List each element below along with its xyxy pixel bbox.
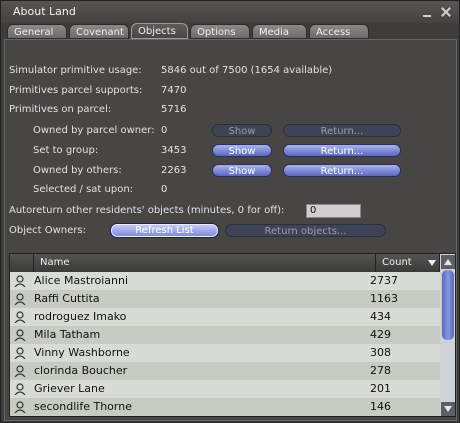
group-return-button[interactable]: Return... [283, 144, 401, 157]
tab-objects[interactable]: Objects [131, 23, 188, 39]
object-owners-list[interactable]: Name Count Alice Mastroianni 2737 Raffi … [9, 253, 456, 417]
scroll-up-icon [444, 259, 452, 265]
prims-on-parcel-value: 5716 [161, 104, 187, 115]
owner-name: Griever Lane [34, 382, 105, 395]
scroll-down-icon [444, 406, 452, 412]
person-icon [14, 347, 26, 359]
about-land-window: About Land General Covenant Objects Opti… [0, 0, 460, 423]
person-icon [14, 275, 26, 287]
person-icon [14, 383, 26, 395]
owner-name: rodroguez Imako [34, 310, 127, 323]
owner-return-button[interactable]: Return... [283, 124, 401, 137]
return-objects-button[interactable]: Return objects... [225, 224, 386, 237]
person-icon [14, 401, 26, 413]
window-title: About Land [13, 5, 76, 18]
owner-show-button[interactable]: Show [212, 124, 272, 137]
tab-covenant[interactable]: Covenant [69, 24, 129, 39]
tab-options[interactable]: Options [190, 24, 250, 39]
person-icon [14, 293, 26, 305]
set-to-group-label: Set to group: [33, 145, 99, 156]
refresh-list-button[interactable]: Refresh List [110, 223, 219, 238]
owner-name: Raffi Cuttita [34, 292, 100, 305]
owner-name: Alice Mastroianni [34, 274, 129, 287]
owner-row[interactable]: Griever Lane 201 [10, 380, 440, 398]
owner-row[interactable]: secondlife Thorne 146 [10, 398, 440, 416]
scroll-up-button[interactable] [441, 255, 455, 269]
owner-row[interactable]: Vinny Washborne 308 [10, 344, 440, 362]
selected-sat-label: Selected / sat upon: [33, 184, 134, 195]
count-column-header[interactable]: Count [376, 254, 440, 272]
owner-name: Mila Tatham [34, 328, 101, 341]
sim-usage-label: Simulator primitive usage: [9, 65, 142, 76]
owner-count: 146 [370, 400, 391, 413]
minimize-icon[interactable] [421, 6, 433, 18]
owner-row[interactable]: rodroguez Imako 434 [10, 308, 440, 326]
owner-row[interactable]: Raffi Cuttita 1163 [10, 290, 440, 308]
owner-name: clorinda Boucher [34, 364, 128, 377]
group-show-button[interactable]: Show [212, 144, 272, 157]
owner-name: Vinny Washborne [34, 346, 130, 359]
sort-desc-icon [428, 260, 436, 266]
others-return-button[interactable]: Return... [283, 164, 401, 177]
owner-count: 201 [370, 382, 391, 395]
owner-count: 308 [370, 346, 391, 359]
parcel-supports-value: 7470 [161, 85, 187, 96]
close-icon[interactable] [440, 6, 452, 18]
owner-count: 2737 [370, 274, 398, 287]
object-owners-label: Object Owners: [9, 225, 86, 236]
vertical-scrollbar[interactable] [440, 254, 455, 416]
parcel-supports-label: Primitives parcel supports: [9, 85, 143, 96]
owned-by-owner-label: Owned by parcel owner: [33, 125, 155, 136]
tab-general[interactable]: General [7, 24, 67, 39]
owned-by-owner-value: 0 [161, 125, 168, 136]
set-to-group-value: 3453 [161, 145, 187, 156]
owned-by-others-label: Owned by others: [33, 165, 122, 176]
person-icon [14, 365, 26, 377]
type-column-header[interactable] [10, 254, 34, 272]
count-column-label: Count [382, 257, 412, 268]
prims-on-parcel-label: Primitives on parcel: [9, 104, 112, 115]
person-icon [14, 311, 26, 323]
owner-row[interactable]: Alice Mastroianni 2737 [10, 272, 440, 290]
scrollbar-thumb[interactable] [442, 270, 454, 340]
owner-count: 429 [370, 328, 391, 341]
tab-access[interactable]: Access [309, 24, 369, 39]
name-column-header[interactable]: Name [34, 254, 376, 272]
owner-row[interactable]: clorinda Boucher 278 [10, 362, 440, 380]
autoreturn-label: Autoreturn other residents' objects (min… [9, 205, 285, 216]
owner-row[interactable]: Mila Tatham 429 [10, 326, 440, 344]
owner-count: 434 [370, 310, 391, 323]
others-show-button[interactable]: Show [212, 164, 272, 177]
owner-count: 278 [370, 364, 391, 377]
owner-count: 1163 [370, 292, 398, 305]
tab-media[interactable]: Media [252, 24, 307, 39]
selected-sat-value: 0 [161, 184, 168, 195]
owner-name: secondlife Thorne [34, 400, 132, 413]
title-bar[interactable]: About Land [1, 1, 459, 23]
person-icon [14, 329, 26, 341]
sim-usage-value: 5846 out of 7500 (1654 available) [161, 65, 333, 76]
autoreturn-minutes-input[interactable]: 0 [306, 204, 361, 218]
scroll-down-button[interactable] [441, 402, 455, 416]
owned-by-others-value: 2263 [161, 165, 187, 176]
